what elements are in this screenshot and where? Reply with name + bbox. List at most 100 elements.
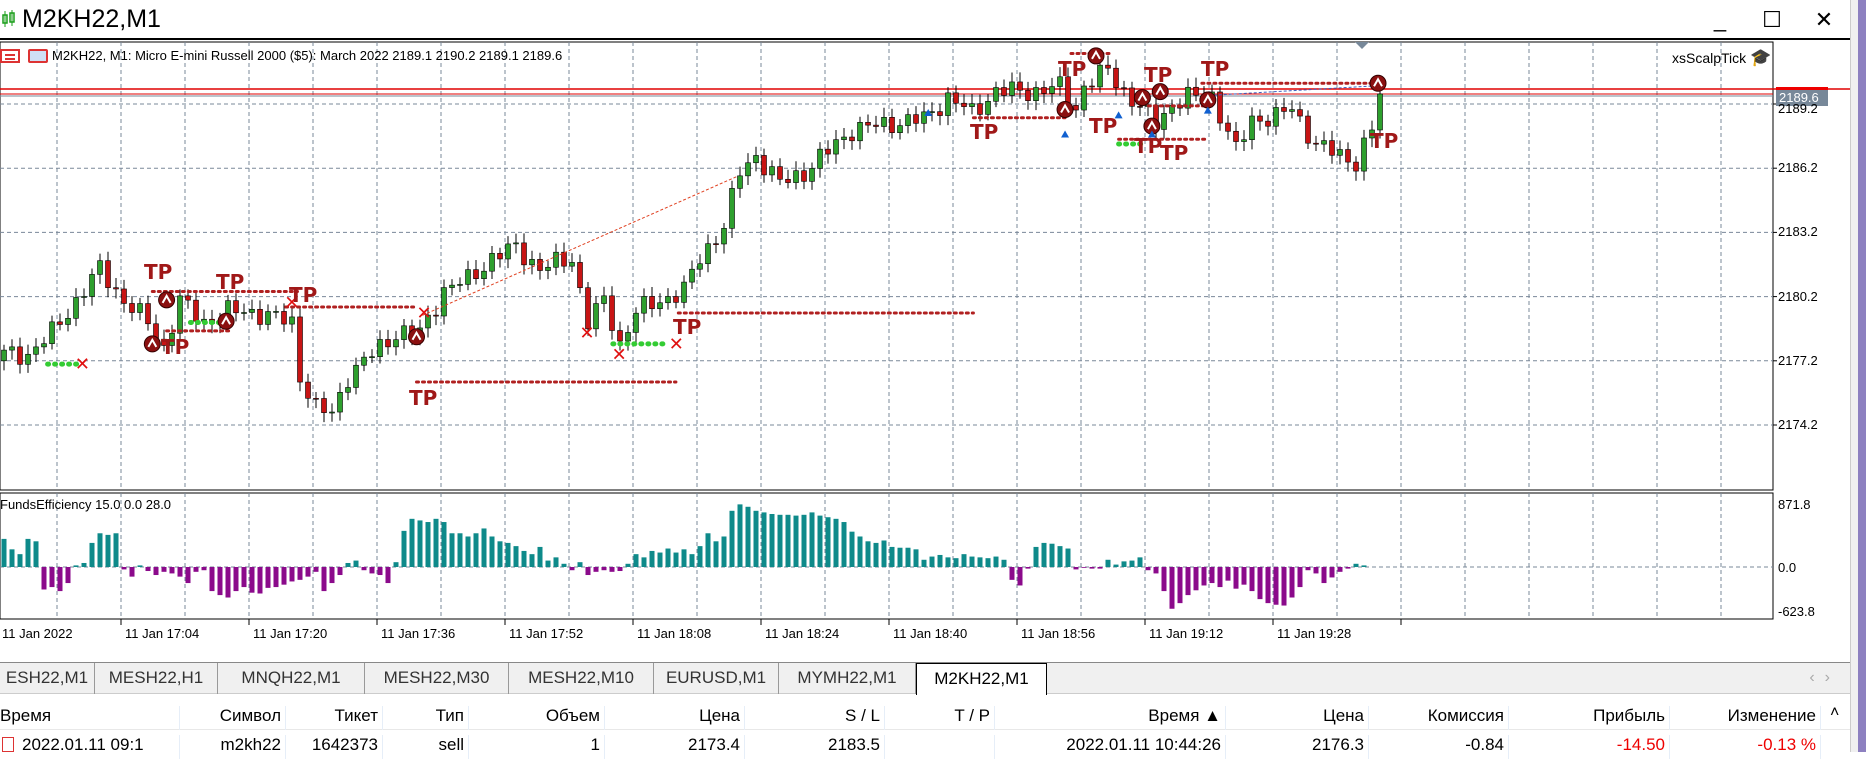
- bearish-candle: [1305, 115, 1311, 144]
- column-header-symbol[interactable]: Символ: [180, 706, 286, 730]
- indicator-bar-negative: [1161, 567, 1167, 592]
- column-header-change[interactable]: Изменение: [1670, 706, 1821, 730]
- column-header-stop-loss[interactable]: S / L: [745, 706, 885, 730]
- indicator-bar-positive: [625, 563, 631, 567]
- bearish-candle: [1353, 161, 1359, 172]
- column-header-volume[interactable]: Объем: [469, 706, 605, 730]
- price-axis-label: 2189.2: [1778, 101, 1818, 116]
- bullish-candle: [985, 101, 991, 115]
- bullish-candle: [633, 312, 639, 333]
- bearish-candle: [1129, 87, 1135, 107]
- column-header-open-price[interactable]: Цена: [605, 706, 745, 730]
- vertical-scrollbar[interactable]: [1850, 0, 1858, 752]
- bullish-candle: [841, 136, 847, 140]
- indicator-bar-positive: [1001, 559, 1007, 567]
- bullish-candle: [793, 170, 799, 183]
- indicator-zero-label: 0.0: [1778, 560, 1797, 575]
- expert-name: xsScalpTick: [1672, 50, 1747, 66]
- bullish-candle: [753, 155, 759, 164]
- column-header-commission[interactable]: Комиссия: [1369, 706, 1509, 730]
- tab-esh22-m1[interactable]: ESH22,M1: [0, 663, 95, 694]
- tab-mnqh22-m1[interactable]: MNQH22,M1: [218, 663, 365, 694]
- bearish-candle: [1329, 140, 1335, 156]
- indicator-bar-positive: [561, 563, 567, 567]
- indicator-bar-negative: [1289, 567, 1295, 598]
- indicator-bar-positive: [881, 540, 887, 567]
- indicator-bar-negative: [1321, 567, 1327, 584]
- indicator-bar-negative: [1337, 567, 1343, 572]
- indicator-title: FundsEfficiency 15.0 0.0 28.0: [0, 497, 172, 512]
- bullish-candle: [49, 321, 55, 344]
- indicator-bar-positive: [1065, 548, 1071, 567]
- tab-m2kh22-m1[interactable]: M2KH22,M1: [916, 663, 1047, 695]
- bullish-candle: [569, 262, 575, 267]
- bullish-candle: [9, 346, 15, 351]
- expert-advisor-label[interactable]: xsScalpTick 🎓: [1672, 48, 1771, 68]
- indicator-bar-negative: [1329, 567, 1335, 578]
- bullish-candle: [377, 339, 383, 357]
- tab-mymh22-m1[interactable]: MYMH22,M1: [779, 663, 916, 694]
- indicator-bar-negative: [1209, 567, 1215, 584]
- indicator-bar-positive: [1041, 542, 1047, 567]
- bullish-candle: [881, 117, 887, 127]
- bearish-candle: [825, 148, 831, 155]
- bearish-candle: [937, 111, 943, 116]
- bearish-candle: [865, 122, 871, 126]
- indicator-bar-positive: [825, 517, 831, 567]
- indicator-bar-negative: [65, 567, 71, 584]
- stop-loss-cross-icon: ✕: [612, 345, 627, 366]
- menu-list-icon[interactable]: [0, 48, 20, 63]
- column-header-close-price[interactable]: Цена: [1226, 706, 1369, 730]
- bearish-candle: [1297, 109, 1303, 117]
- column-header-type[interactable]: Тип: [383, 706, 469, 730]
- bullish-candle: [529, 259, 535, 266]
- bearish-candle: [121, 288, 127, 304]
- tab-scroll-arrows[interactable]: ‹›: [1809, 663, 1840, 693]
- column-header-open-time[interactable]: Время: [0, 706, 180, 730]
- bearish-candle: [577, 262, 583, 288]
- column-header-close-time[interactable]: Время ▲: [995, 706, 1226, 730]
- table-row[interactable]: 2022.01.11 09:1 m2kh22 1642373 sell 1 2173.4 2…: [0, 731, 1850, 759]
- indicator-bar-negative: [249, 567, 255, 593]
- bearish-candle: [1089, 85, 1095, 88]
- bullish-candle: [929, 111, 935, 113]
- indicator-bar-positive: [721, 536, 727, 567]
- tab-mesh22-m30[interactable]: MESH22,M30: [365, 663, 509, 694]
- indicator-bar-positive: [737, 504, 743, 567]
- indicator-bar-negative: [281, 567, 287, 585]
- column-header-take-profit[interactable]: T / P: [885, 706, 995, 730]
- bearish-candle: [1137, 106, 1143, 108]
- price-chart[interactable]: ✕✕✕✕✕✕TP TPTPTPTPTPTPTPTPTPTPTPTPTP: [0, 0, 1850, 660]
- scroll-up-arrow[interactable]: ˄: [1830, 704, 1839, 722]
- price-axis-label: 2186.2: [1778, 160, 1818, 176]
- indicator-bar-negative: [1345, 567, 1351, 569]
- indicator-bar-negative: [161, 567, 167, 572]
- cell-take-profit: [885, 735, 995, 759]
- tab-mesh22-m10[interactable]: MESH22,M10: [509, 663, 654, 694]
- indicator-bar-positive: [353, 560, 359, 567]
- price-axis-label: 2174.2: [1778, 417, 1818, 432]
- bullish-candle: [657, 302, 663, 310]
- bearish-candle: [537, 259, 543, 271]
- indicator-bar-positive: [801, 514, 807, 567]
- indicator-bar-negative: [1169, 567, 1175, 609]
- bullish-candle: [1161, 113, 1167, 130]
- bearish-candle: [497, 253, 503, 260]
- indicator-bar-positive: [545, 560, 551, 567]
- indicator-bar-positive: [849, 531, 855, 567]
- column-header-ticket[interactable]: Тикет: [286, 706, 383, 730]
- column-header-profit[interactable]: Прибыль: [1509, 706, 1670, 730]
- indicator-bar-negative: [193, 567, 199, 572]
- bearish-candle: [105, 260, 111, 288]
- indicator-bar-negative: [1241, 567, 1247, 585]
- indicator-bar-negative: [121, 567, 127, 570]
- indicator-bar-positive: [929, 556, 935, 567]
- save-template-icon[interactable]: [28, 48, 48, 63]
- indicator-bar-positive: [969, 556, 975, 567]
- indicator-bar-positive: [97, 533, 103, 567]
- tab-eurusd-m1[interactable]: EURUSD,M1: [654, 663, 779, 694]
- tab-mesh22-h1[interactable]: MESH22,H1: [95, 663, 218, 694]
- bearish-candle: [297, 316, 303, 383]
- indicator-bar-negative: [313, 567, 319, 572]
- bullish-candle: [681, 281, 687, 303]
